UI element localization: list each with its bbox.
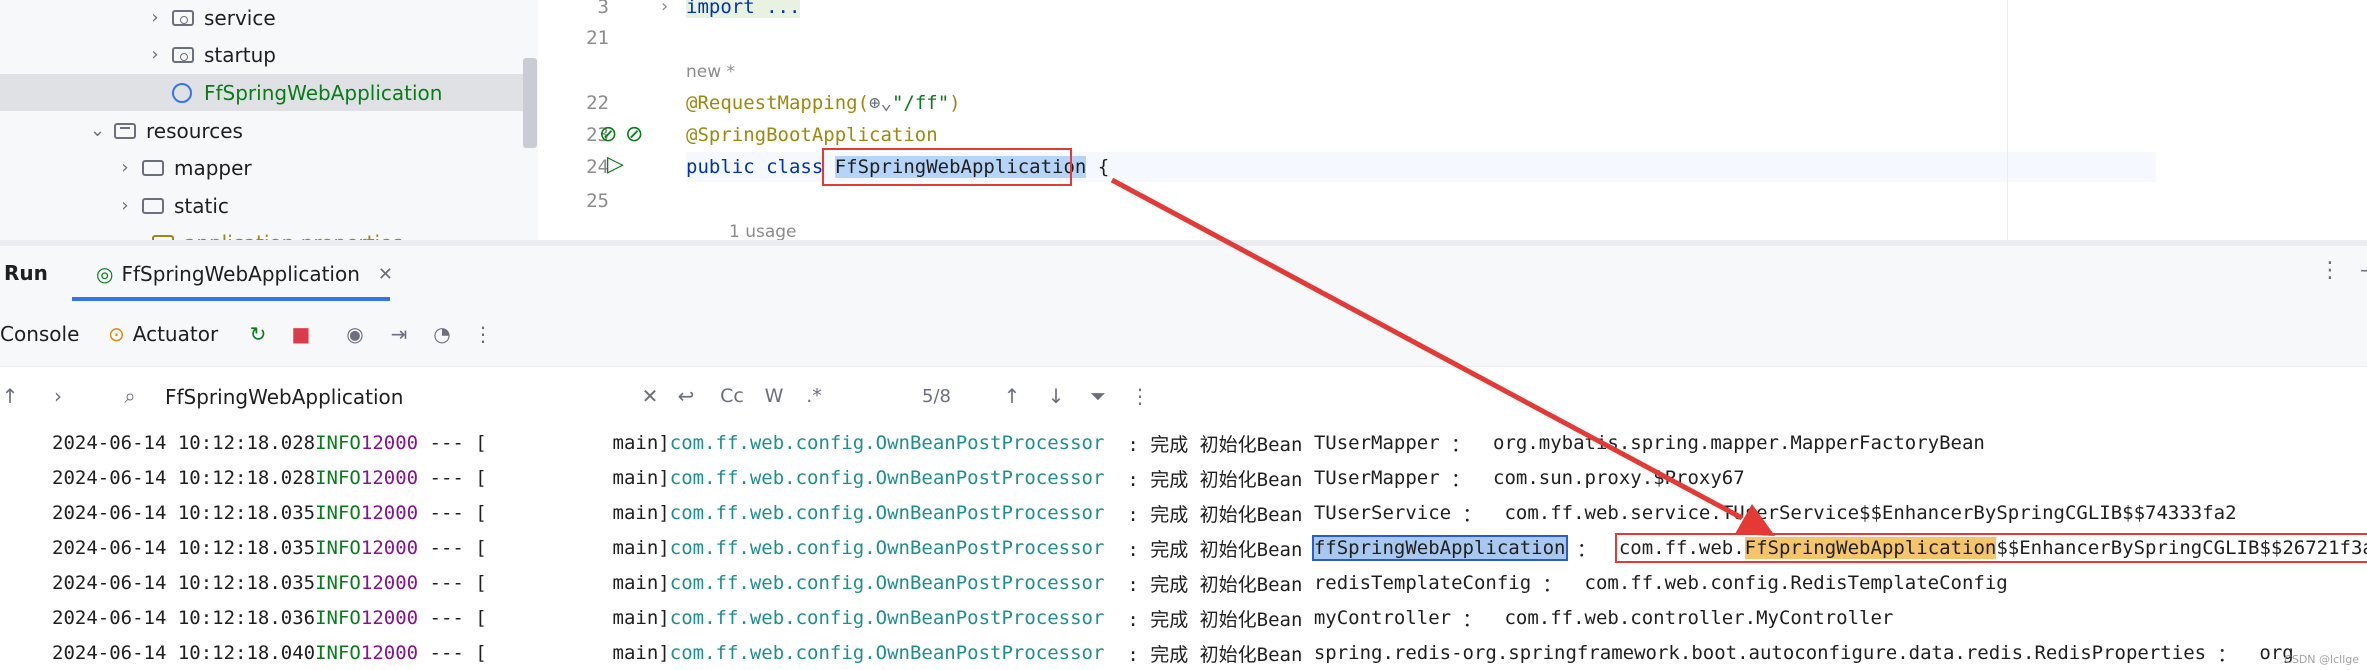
annotation-arrow bbox=[1110, 177, 1775, 536]
watermark: CSDN @lcllge bbox=[2284, 653, 2359, 666]
